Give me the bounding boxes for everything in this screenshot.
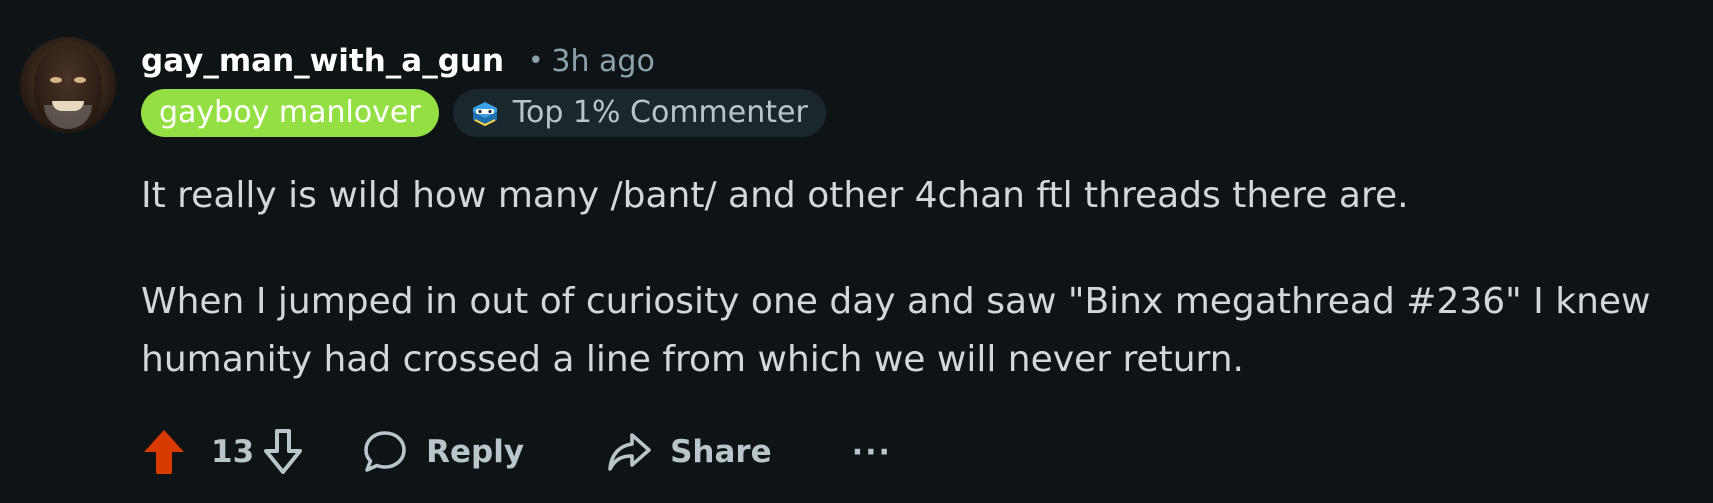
downvote-arrow-icon <box>264 429 303 474</box>
comment-paragraph: When I jumped in out of curiosity one da… <box>141 281 1651 322</box>
user-flair: gayboy manlover <box>141 89 439 137</box>
upvote-arrow-icon <box>144 430 184 474</box>
badge-label: Top 1% Commenter <box>512 95 808 130</box>
action-bar: 13 Reply Share ··· <box>141 424 892 480</box>
comment-header: gay_man_with_a_gun • 3h ago <box>141 40 655 82</box>
meta-separator: • <box>528 46 544 76</box>
comment-paragraph: It really is wild how many /bant/ and ot… <box>141 175 1409 216</box>
speech-bubble-icon <box>364 431 406 472</box>
comment-paragraph: humanity had crossed a line from which w… <box>141 339 1244 380</box>
upvote-button[interactable] <box>141 427 187 477</box>
comment-card: gay_man_with_a_gun • 3h ago gayboy manlo… <box>0 0 1713 503</box>
comment-body: It really is wild how many /bant/ and ot… <box>141 167 1701 389</box>
top-commenter-badge[interactable]: Top 1% Commenter <box>452 89 826 137</box>
username-link[interactable]: gay_man_with_a_gun <box>141 43 504 79</box>
avatar-mouth <box>52 101 84 111</box>
flair-row: gayboy manlover Top 1% Commenter <box>141 89 826 137</box>
share-button[interactable]: Share <box>606 429 772 475</box>
top-commenter-badge-icon <box>469 97 501 129</box>
avatar-face <box>34 45 102 129</box>
share-label: Share <box>670 434 772 470</box>
reply-button[interactable]: Reply <box>362 429 524 475</box>
share-arrow-icon <box>608 433 651 471</box>
avatar-eye-left <box>50 77 62 83</box>
reply-label: Reply <box>426 434 525 470</box>
avatar[interactable] <box>20 37 116 133</box>
avatar-eye-right <box>74 77 86 83</box>
downvote-button[interactable] <box>260 427 306 477</box>
vote-score: 13 <box>211 434 255 470</box>
ellipsis-icon: ··· <box>851 434 892 470</box>
more-options-button[interactable]: ··· <box>852 424 892 480</box>
timestamp[interactable]: 3h ago <box>551 44 654 79</box>
